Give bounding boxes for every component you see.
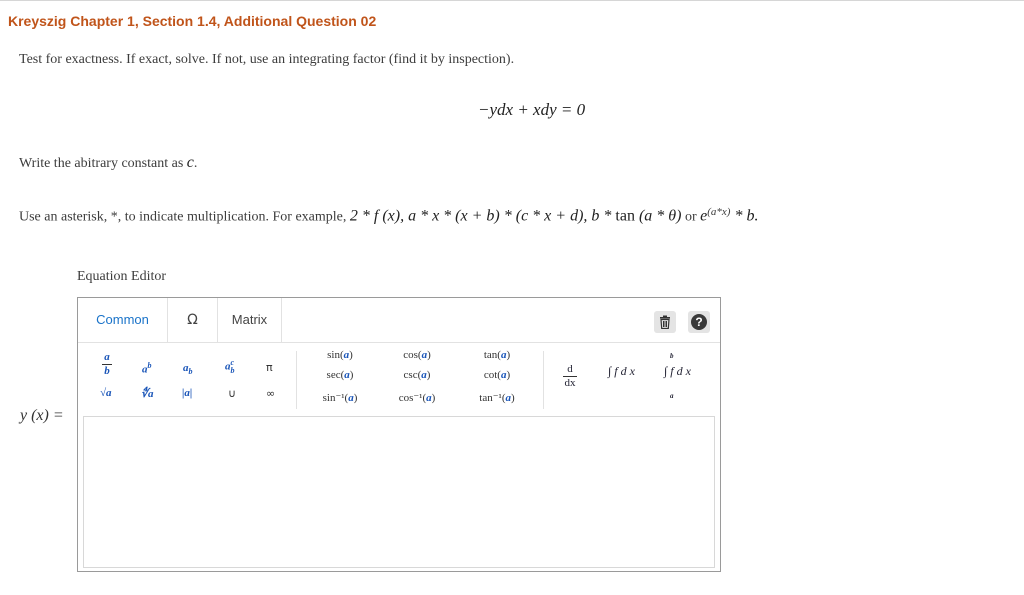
pi-button[interactable]: π (266, 361, 273, 374)
tab-common[interactable]: Common (78, 298, 168, 342)
palette-separator (543, 351, 544, 409)
asterisk-exp: (a*x) (707, 206, 731, 218)
asterisk-note: Use an asterisk, *, to indicate multipli… (19, 206, 758, 226)
derivative-numerator: d (567, 363, 573, 375)
palette-separator (296, 351, 297, 409)
subscript-button[interactable]: ab (183, 362, 193, 376)
sin-button[interactable]: sin(a) (310, 349, 370, 361)
trig-close: ) (349, 349, 353, 361)
arccos-button[interactable]: cos⁻¹(a) (387, 391, 447, 404)
trig-close: ) (427, 349, 431, 361)
asterisk-example-1: 2 * f (x), a * x * (x + b) * (c * x + d)… (349, 207, 616, 225)
trig-fn: sin⁻¹( (322, 392, 349, 404)
derivative-denominator: dx (564, 377, 576, 389)
constant-note-prefix: Write the abitrary constant as (19, 156, 187, 171)
trig-fn: sin( (327, 349, 344, 361)
trig-fn: sec( (326, 369, 345, 381)
trig-fn: csc( (403, 369, 422, 381)
trig-fn: tan⁻¹( (479, 392, 506, 404)
answer-label: y (x) = (20, 407, 64, 424)
definite-integral-expr: ∫ f d x (664, 364, 691, 378)
instruction-text: Test for exactness. If exact, solve. If … (19, 52, 515, 67)
asterisk-example-2: (a * θ) (634, 207, 682, 225)
csc-button[interactable]: csc(a) (387, 369, 447, 381)
constant-symbol: c (186, 154, 194, 171)
integral-upper-limit: b (670, 352, 674, 360)
equation-editor-label: Equation Editor (77, 269, 167, 284)
tab-matrix[interactable]: Matrix (218, 298, 282, 342)
trig-fn: cot( (483, 369, 501, 381)
arctan-button[interactable]: tan⁻¹(a) (467, 391, 527, 404)
fraction-numerator: a (104, 351, 110, 363)
cos-button[interactable]: cos(a) (387, 349, 447, 361)
question-title: Kreyszig Chapter 1, Section 1.4, Additio… (8, 13, 377, 29)
asterisk-tail: * b. (730, 207, 759, 225)
trig-close: ) (349, 369, 354, 381)
power-exponent: b (147, 361, 152, 370)
power-button[interactable]: ab (142, 361, 152, 376)
tab-symbols[interactable]: Ω (168, 298, 218, 342)
ode-equation: −ydx + xdy = 0 (478, 100, 586, 119)
nth-root-button[interactable]: ∜a (141, 387, 154, 400)
integral-lower-limit: a (670, 392, 674, 400)
answer-input[interactable] (83, 416, 715, 568)
constant-note: Write the abitrary constant as c. (19, 154, 197, 172)
definite-integral-button[interactable]: b ∫ f d x a (662, 350, 712, 404)
trig-close: ) (511, 392, 515, 404)
integral-button[interactable]: ∫ f d x (608, 364, 635, 379)
help-icon[interactable]: ? (688, 311, 710, 333)
cot-button[interactable]: cot(a) (467, 369, 527, 381)
equation-editor: Common Ω Matrix ? ab √a ab ∜a ab |a| acb… (77, 297, 721, 572)
trig-close: ) (431, 392, 436, 404)
union-button[interactable]: ∪ (228, 387, 236, 400)
sqrt-button[interactable]: √a (100, 387, 112, 399)
asterisk-tan: tan (615, 207, 635, 225)
editor-tab-bar: Common Ω Matrix ? (78, 298, 720, 343)
tan-button[interactable]: tan(a) (467, 349, 527, 361)
sec-button[interactable]: sec(a) (310, 369, 370, 381)
arcsin-button[interactable]: sin⁻¹(a) (310, 391, 370, 404)
trig-close: ) (353, 392, 358, 404)
subscript-index: b (188, 367, 193, 377)
fraction-denominator: b (104, 365, 110, 377)
trig-fn: cos⁻¹( (398, 392, 427, 404)
abs-button[interactable]: |a| (182, 387, 192, 399)
fraction-button[interactable]: ab (102, 351, 112, 377)
trig-close: ) (506, 369, 511, 381)
top-divider (0, 0, 1024, 1)
trig-fn: tan( (483, 349, 501, 361)
trig-fn: cos( (403, 349, 422, 361)
derivative-button[interactable]: d dx (563, 363, 577, 389)
trash-icon[interactable] (654, 311, 676, 333)
supsub-button[interactable]: acb (225, 359, 235, 375)
supsub-sub: b (230, 366, 235, 375)
trig-close: ) (506, 349, 511, 361)
asterisk-or: or (681, 209, 701, 225)
asterisk-prefix: Use an asterisk, *, to indicate multipli… (19, 209, 350, 225)
trig-close: ) (426, 369, 431, 381)
constant-note-suffix: . (193, 156, 198, 171)
infinity-button[interactable]: ∞ (266, 387, 275, 400)
